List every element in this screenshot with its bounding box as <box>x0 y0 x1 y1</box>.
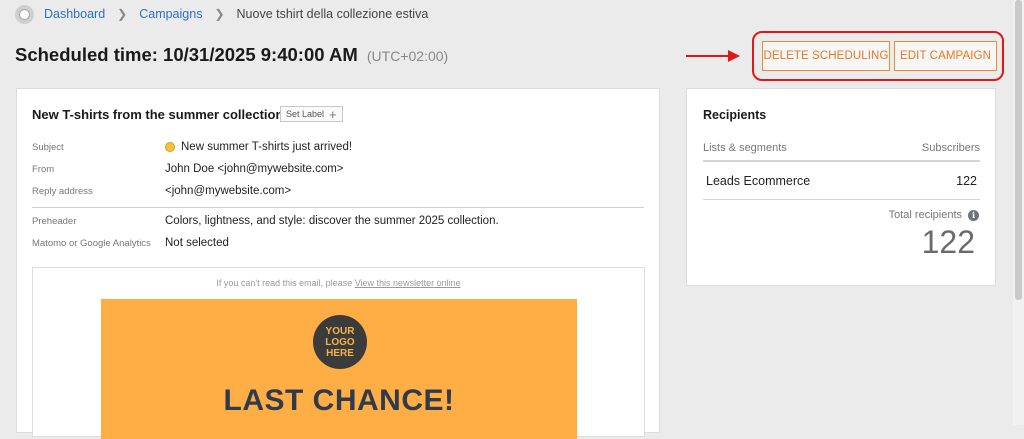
list-name: Leads Ecommerce <box>706 174 811 188</box>
set-label-text: Set Label <box>286 109 325 119</box>
read-online-text: If you can't read this email, please <box>216 278 355 288</box>
email-banner: YOUR LOGO HERE LAST CHANCE! <box>101 299 577 439</box>
from-value: John Doe <john@mywebsite.com> <box>165 163 344 175</box>
subject-value: New summer T-shirts just arrived! <box>165 141 352 153</box>
subject-row: Subject New summer T-shirts just arrived… <box>32 139 644 159</box>
subject-text: New summer T-shirts just arrived! <box>181 141 353 153</box>
read-online-notice: If you can't read this email, please Vie… <box>33 278 644 288</box>
analytics-label: Matomo or Google Analytics <box>32 238 151 249</box>
total-recipients-label: Total recipients <box>888 209 962 221</box>
divider <box>32 207 644 208</box>
email-preview: If you can't read this email, please Vie… <box>32 267 645 439</box>
delete-scheduling-button[interactable]: DELETE SCHEDULING <box>762 41 890 71</box>
list-count: 122 <box>956 174 977 188</box>
logo-line-1: YOUR <box>325 325 355 337</box>
total-recipients-label-wrap: Total recipients i <box>889 209 979 221</box>
recipients-title: Recipients <box>703 108 767 122</box>
chevron-right-icon: ❯ <box>117 7 128 21</box>
recipient-row: Leads Ecommerce 122 <box>706 174 977 188</box>
edit-campaign-button[interactable]: EDIT CAMPAIGN <box>894 41 997 71</box>
logo-placeholder: YOUR LOGO HERE <box>313 315 367 369</box>
scrollbar-thumb[interactable] <box>1015 0 1022 300</box>
recipients-panel: Recipients Lists & segments Subscribers … <box>686 88 996 286</box>
total-recipients-value: 122 <box>921 224 975 260</box>
breadcrumb-current: Nuove tshirt della collezione estiva <box>236 7 429 21</box>
info-icon[interactable]: i <box>968 209 979 221</box>
emoji-icon <box>165 142 175 152</box>
lists-segments-header: Lists & segments <box>703 142 787 154</box>
arrow-right-icon <box>686 50 740 62</box>
preheader-label: Preheader <box>32 216 77 227</box>
recipients-header: Lists & segments Subscribers <box>703 142 980 154</box>
row-divider <box>703 199 980 200</box>
from-label: From <box>32 164 55 175</box>
plus-icon: + <box>329 106 337 122</box>
breadcrumb-dashboard-link[interactable]: Dashboard <box>44 7 105 21</box>
from-row: From John Doe <john@mywebsite.com> <box>32 161 644 181</box>
set-label-button[interactable]: Set Label + <box>280 106 343 122</box>
page-title: Scheduled time: 10/31/2025 9:40:00 AM (U… <box>15 44 448 66</box>
reply-row: Reply address <john@mywebsite.com> <box>32 183 644 203</box>
campaign-panel: New T-shirts from the summer collection … <box>16 88 660 439</box>
preheader-value: Colors, lightness, and style: discover t… <box>165 215 499 227</box>
logo-line-3: HERE <box>326 347 354 359</box>
scheduled-time-label: Scheduled time: 10/31/2025 9:40:00 AM <box>15 44 358 65</box>
reply-label: Reply address <box>32 186 93 197</box>
page-scrollbar[interactable] <box>1013 0 1024 425</box>
timezone-label: (UTC+02:00) <box>366 48 449 64</box>
home-icon[interactable] <box>15 4 34 24</box>
banner-headline: LAST CHANCE! <box>223 384 455 417</box>
preheader-row: Preheader Colors, lightness, and style: … <box>32 213 644 233</box>
subscribers-header: Subscribers <box>921 142 980 154</box>
analytics-value: Not selected <box>165 237 229 249</box>
view-online-link[interactable]: View this newsletter online <box>355 278 461 288</box>
subject-label: Subject <box>32 142 64 153</box>
breadcrumb: Dashboard ❯ Campaigns ❯ Nuove tshirt del… <box>15 4 428 24</box>
header-divider <box>703 160 980 162</box>
logo-line-2: LOGO <box>325 336 355 348</box>
analytics-row: Matomo or Google Analytics Not selected <box>32 235 644 255</box>
breadcrumb-campaigns-link[interactable]: Campaigns <box>139 7 202 21</box>
campaign-title: New T-shirts from the summer collection <box>32 107 284 122</box>
chevron-right-icon: ❯ <box>214 7 225 21</box>
reply-value: <john@mywebsite.com> <box>165 185 292 197</box>
